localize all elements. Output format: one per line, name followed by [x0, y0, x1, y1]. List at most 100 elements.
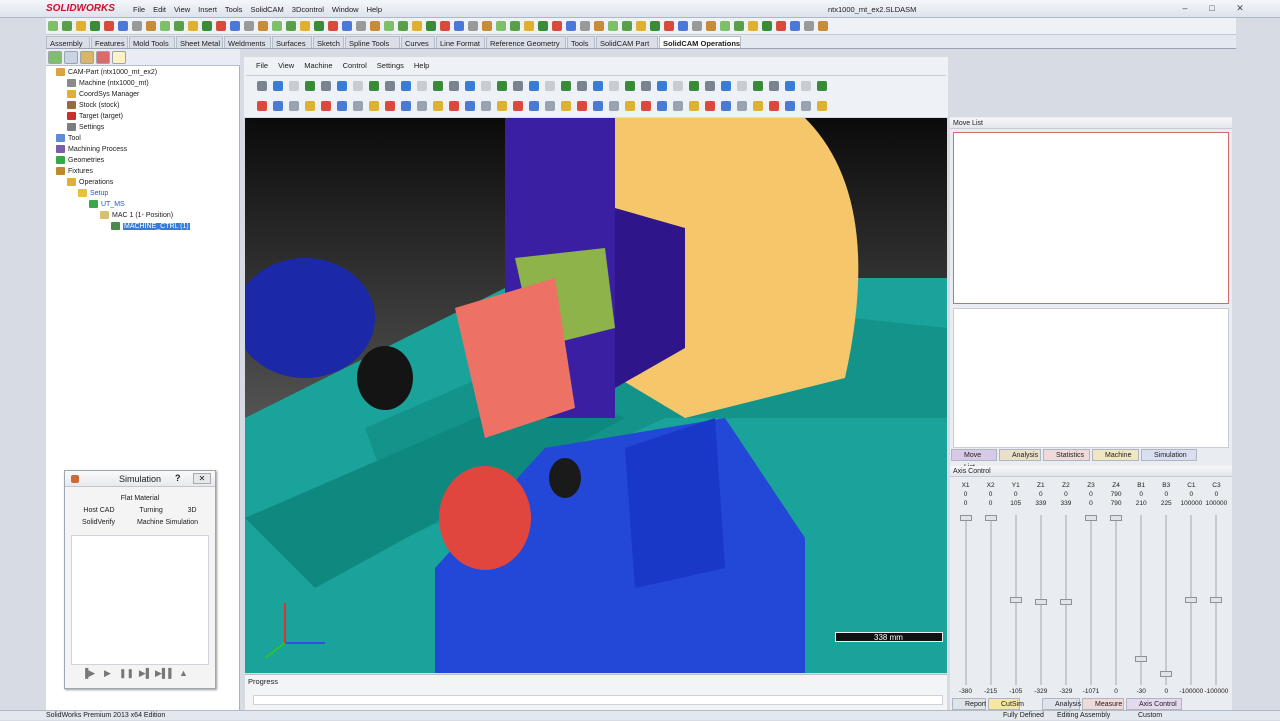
toolbar-icon[interactable] [454, 21, 464, 31]
flat-material-label[interactable]: Flat Material [71, 493, 209, 504]
axis-slider-thumb[interactable] [1085, 515, 1097, 521]
panel-tab-machine[interactable]: Machine [1092, 449, 1139, 461]
sim-tool-icon[interactable] [273, 81, 283, 91]
toolbar-icon[interactable] [244, 21, 254, 31]
bottom-tab-analysis[interactable]: Analysis [1042, 698, 1081, 710]
sim-tool-icon[interactable] [481, 81, 491, 91]
tab-tools[interactable]: Tools [567, 36, 595, 48]
menu-insert[interactable]: Insert [198, 5, 217, 14]
tree-node[interactable]: Target (target) [67, 112, 123, 122]
tree-node[interactable]: Fixtures [56, 167, 93, 177]
sim-tool-icon[interactable] [465, 101, 475, 111]
sim-tool-icon[interactable] [257, 101, 267, 111]
sim-tool-icon[interactable] [289, 81, 299, 91]
mode-machine-simulation[interactable]: Machine Simulation [137, 517, 198, 528]
tab-curves[interactable]: Curves [401, 36, 435, 48]
sim-tool-icon[interactable] [481, 101, 491, 111]
toolbar-icon[interactable] [594, 21, 604, 31]
sim-tool-icon[interactable] [497, 101, 507, 111]
toolbar-icon[interactable] [398, 21, 408, 31]
sim-tool-icon[interactable] [625, 101, 635, 111]
toolbar-icon[interactable] [636, 21, 646, 31]
sim-tool-icon[interactable] [657, 81, 667, 91]
toolbar-icon[interactable] [412, 21, 422, 31]
toolbar-icon[interactable] [692, 21, 702, 31]
sim-tool-icon[interactable] [337, 101, 347, 111]
sim-tool-icon[interactable] [641, 81, 651, 91]
display-tab-icon[interactable] [96, 51, 110, 64]
toolbar-icon[interactable] [356, 21, 366, 31]
toolbar-icon[interactable] [160, 21, 170, 31]
toolbar-icon[interactable] [76, 21, 86, 31]
toolbar-icon[interactable] [202, 21, 212, 31]
toolbar-icon[interactable] [132, 21, 142, 31]
sim-tool-icon[interactable] [817, 101, 827, 111]
tree-node[interactable]: Setup [78, 189, 108, 199]
tree-node[interactable]: Stock (stock) [67, 101, 119, 111]
tab-assembly[interactable]: Assembly [46, 36, 90, 48]
sim-tool-icon[interactable] [513, 101, 523, 111]
panel-tab-move-list[interactable]: Move List [951, 449, 997, 471]
menu-file[interactable]: File [133, 5, 145, 14]
menu-edit[interactable]: Edit [153, 5, 166, 14]
sim-tool-icon[interactable] [593, 101, 603, 111]
sim-tool-icon[interactable] [769, 101, 779, 111]
panel-tab-statistics[interactable]: Statistics [1043, 449, 1090, 461]
axis-slider-thumb[interactable] [1034, 598, 1047, 605]
bottom-tab-axis-control[interactable]: Axis Control [1126, 698, 1182, 710]
config-tab-icon[interactable] [80, 51, 94, 64]
toolbar-icon[interactable] [762, 21, 772, 31]
sim-tool-icon[interactable] [721, 101, 731, 111]
tree-node[interactable]: Settings [67, 123, 104, 133]
sim-tool-icon[interactable] [769, 81, 779, 91]
toolbar-icon[interactable] [524, 21, 534, 31]
toolbar-icon[interactable] [748, 21, 758, 31]
sim-tool-icon[interactable] [433, 101, 443, 111]
sim-tool-icon[interactable] [561, 81, 571, 91]
solidcam-tab-icon[interactable] [112, 51, 126, 64]
minimize-icon[interactable]: – [1178, 3, 1192, 15]
sim-tool-icon[interactable] [673, 101, 683, 111]
sim-tool-icon[interactable] [721, 81, 731, 91]
tab-reference-geometry[interactable]: Reference Geometry [486, 36, 566, 48]
toolbar-icon[interactable] [342, 21, 352, 31]
mode-turning[interactable]: Turning [139, 505, 162, 516]
toolbar-icon[interactable] [496, 21, 506, 31]
sim-tool-icon[interactable] [305, 101, 315, 111]
tree-node[interactable]: MACHINE_CTRL (1) [111, 222, 190, 232]
sim-tool-icon[interactable] [417, 101, 427, 111]
eject-icon[interactable]: ▲ [174, 668, 193, 678]
sim-tool-icon[interactable] [561, 101, 571, 111]
tree-node[interactable]: Machining Process [56, 145, 127, 155]
sim-tool-icon[interactable] [705, 81, 715, 91]
toolbar-icon[interactable] [300, 21, 310, 31]
mode-solidverify[interactable]: SolidVerify [82, 517, 115, 528]
pause-icon[interactable]: ❚❚ [117, 668, 136, 679]
tab-solidcam-part[interactable]: SolidCAM Part [596, 36, 658, 48]
toolbar-icon[interactable] [678, 21, 688, 31]
axis-slider-thumb[interactable] [1210, 597, 1223, 603]
bottom-tab-measure[interactable]: Measure [1082, 698, 1124, 710]
tree-node[interactable]: Operations [67, 178, 113, 188]
toolbar-icon[interactable] [566, 21, 576, 31]
sim-tool-icon[interactable] [401, 101, 411, 111]
help-button[interactable]: ? [175, 473, 181, 483]
axis-slider-thumb[interactable] [1160, 670, 1173, 677]
sim-tool-icon[interactable] [449, 101, 459, 111]
tab-solidcam-operations[interactable]: SolidCAM Operations [659, 36, 741, 48]
bottom-tab-report[interactable]: Report [952, 698, 986, 710]
sim-tool-icon[interactable] [465, 81, 475, 91]
sim-tool-icon[interactable] [801, 101, 811, 111]
panel-tab-simulation[interactable]: Simulation [1141, 449, 1197, 461]
menu-solidcam[interactable]: SolidCAM [250, 5, 283, 14]
menu-tools[interactable]: Tools [225, 5, 243, 14]
sim-menu-file[interactable]: File [256, 61, 268, 70]
sim-tool-icon[interactable] [385, 81, 395, 91]
axis-slider-thumb[interactable] [1110, 515, 1123, 521]
mode-3d[interactable]: 3D [188, 505, 197, 516]
tree-node[interactable]: UT_MS [89, 200, 125, 210]
sim-tool-icon[interactable] [353, 81, 363, 91]
sim-menu-view[interactable]: View [278, 61, 294, 70]
toolbar-icon[interactable] [118, 21, 128, 31]
menu-help[interactable]: Help [367, 5, 382, 14]
